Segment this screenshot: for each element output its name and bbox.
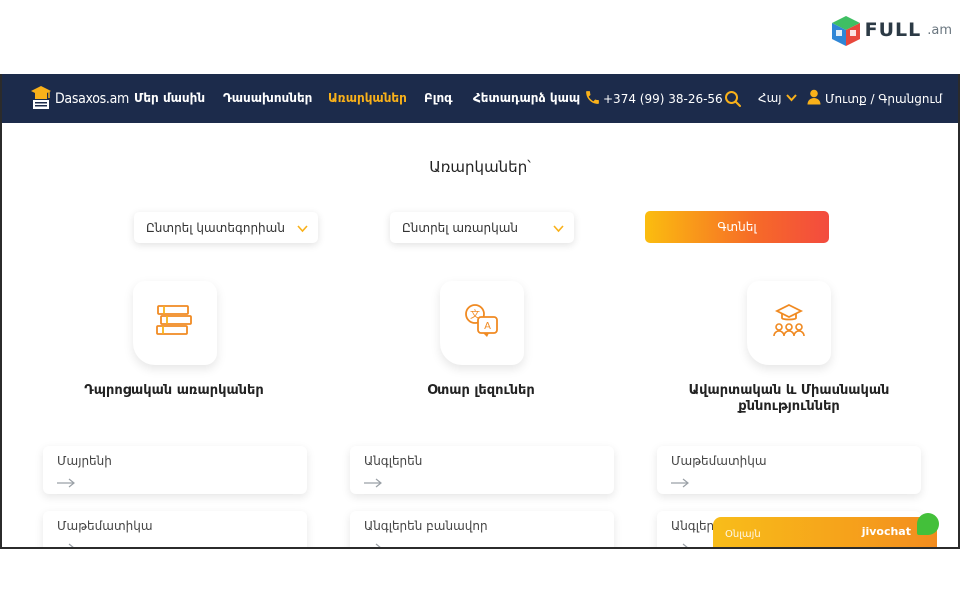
subject-name: Մաթեմատիկա	[671, 454, 767, 468]
language-selector[interactable]: Հայ	[758, 91, 797, 105]
subject-name: Մաթեմատիկա	[57, 519, 153, 533]
arrow-right-icon	[363, 473, 383, 492]
chat-brand: jivochat	[861, 525, 911, 538]
login-link[interactable]: Մուտք / Գրանցում	[807, 89, 942, 108]
arrow-right-icon	[670, 538, 690, 547]
chevron-down-icon	[553, 222, 564, 236]
phone-link[interactable]: +374 (99) 38-26-56	[584, 89, 723, 109]
subject-card[interactable]: Մաթեմատիկա	[43, 511, 307, 547]
category-title-school[interactable]: Դպրոցական առարկաներ	[44, 383, 304, 399]
chevron-down-icon	[297, 222, 308, 236]
subject-name: Անգլերեն բանավոր	[364, 519, 488, 533]
nav-item-blog[interactable]: Բլոգ	[424, 91, 453, 105]
graduation-cap-logo-icon	[30, 84, 52, 114]
arrow-right-icon	[670, 473, 690, 492]
nav-item-contact[interactable]: Հետադարձ կապ	[473, 91, 580, 105]
page-title: Առարկաներ՝	[429, 158, 531, 176]
nav-item-subjects[interactable]: Առարկաներ	[328, 91, 407, 105]
nav-item-about[interactable]: Մեր մասին	[134, 91, 205, 105]
category-card-school[interactable]	[133, 281, 217, 365]
chat-widget[interactable]: Օնլայն jivochat	[713, 513, 939, 547]
nav-item-lecturers[interactable]: Դասախոսներ	[223, 91, 312, 105]
arrow-right-icon	[56, 473, 76, 492]
subject-card[interactable]: Մայրենի	[43, 446, 307, 494]
language-label: Հայ	[758, 91, 782, 105]
user-icon	[807, 89, 821, 108]
find-button[interactable]: Գտնել	[645, 211, 829, 243]
login-label: Մուտք / Գրանցում	[825, 91, 943, 106]
arrow-right-icon	[56, 538, 76, 547]
category-title-exams[interactable]: Ավարտական և Միասնական քննություններ	[658, 383, 920, 415]
svg-text:A: A	[484, 321, 491, 332]
subject-card[interactable]: Անգլերեն	[350, 446, 614, 494]
phone-icon	[584, 89, 601, 109]
subject-select-value: Ընտրել առարկան	[402, 221, 519, 235]
full-am-logo-icon	[829, 14, 861, 46]
chat-status-label: Օնլայն	[725, 529, 761, 540]
full-am-domain: .am	[927, 22, 952, 38]
category-card-languages[interactable]: 文 A	[440, 281, 524, 365]
subject-select[interactable]: Ընտրել առարկան	[390, 212, 574, 243]
full-am-watermark: FULL .am	[829, 14, 952, 46]
category-card-exams[interactable]	[747, 281, 831, 365]
arrow-right-icon	[363, 538, 383, 547]
graduation-icon	[771, 303, 807, 343]
category-select[interactable]: Ընտրել կատեգորիան	[134, 212, 318, 243]
search-icon[interactable]	[724, 90, 742, 112]
browser-frame: Dasaxos.am Մեր մասին Դասախոսներ Առարկանե…	[0, 74, 960, 549]
full-am-word: FULL	[864, 19, 922, 41]
category-title-languages[interactable]: Օտար լեզուներ	[351, 383, 611, 399]
subject-card[interactable]: Մաթեմատիկա	[657, 446, 921, 494]
site-logo[interactable]: Dasaxos.am	[30, 84, 129, 114]
chat-bubble-icon	[917, 513, 939, 535]
category-select-value: Ընտրել կատեգորիան	[146, 221, 285, 235]
subject-card[interactable]: Անգլերեն բանավոր	[350, 511, 614, 547]
main-nav: Dasaxos.am Մեր մասին Դասախոսներ Առարկանե…	[2, 74, 958, 123]
books-icon	[154, 303, 196, 343]
top-strip: FULL .am	[0, 0, 960, 74]
subject-name: Մայրենի	[57, 454, 112, 468]
subject-name: Անգլերեն	[364, 454, 423, 468]
chevron-down-icon	[785, 91, 797, 105]
site-logo-text: Dasaxos.am	[55, 91, 129, 107]
language-icon: 文 A	[463, 303, 501, 343]
phone-number: +374 (99) 38-26-56	[603, 92, 723, 106]
